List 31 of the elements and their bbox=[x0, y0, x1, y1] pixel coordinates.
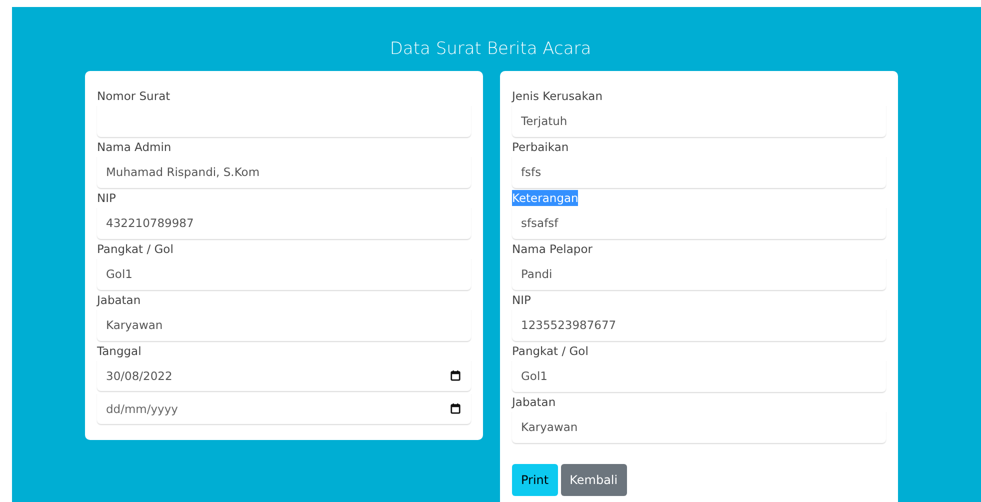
date-field[interactable]: dd/mm/yyyy bbox=[97, 393, 471, 424]
input-field[interactable]: sfsafsf bbox=[512, 207, 886, 239]
input-field[interactable]: 1235523987677 bbox=[512, 309, 886, 341]
back-button[interactable]: Kembali bbox=[560, 464, 627, 496]
input-field[interactable]: Muhamad Rispandi, S.Kom bbox=[97, 156, 471, 188]
input-field[interactable]: Gol1 bbox=[97, 258, 471, 290]
field-label: Keterangan bbox=[512, 190, 578, 206]
input-field[interactable]: fsfs bbox=[512, 156, 886, 188]
input-field[interactable]: Karyawan bbox=[512, 411, 886, 443]
input-field[interactable]: Gol1 bbox=[512, 360, 886, 392]
input-field[interactable]: Karyawan bbox=[97, 309, 471, 341]
field-label: Jabatan bbox=[512, 394, 556, 410]
field-label: Nama Admin bbox=[97, 139, 172, 155]
field-label: Tanggal bbox=[97, 343, 142, 359]
input-field[interactable]: 432210789987 bbox=[97, 207, 471, 239]
field-label: Pangkat / Gol bbox=[512, 343, 588, 359]
field-label: NIP bbox=[512, 292, 531, 308]
input-field[interactable]: Pandi bbox=[512, 258, 886, 290]
field-label: Jabatan bbox=[97, 292, 141, 308]
input-field[interactable]: Terjatuh bbox=[512, 105, 886, 137]
print-button[interactable]: Print bbox=[512, 464, 558, 496]
field-label: NIP bbox=[97, 190, 116, 206]
calendar-icon[interactable] bbox=[450, 403, 461, 414]
date-field[interactable]: 30/08/2022 bbox=[97, 360, 471, 391]
calendar-icon[interactable] bbox=[450, 370, 461, 381]
field-label: Jenis Kerusakan bbox=[512, 88, 602, 104]
field-label: Pangkat / Gol bbox=[97, 241, 174, 257]
field-label: Perbaikan bbox=[512, 139, 569, 155]
page-title: Data Surat Berita Acara bbox=[388, 38, 592, 60]
field-label: Nomor Surat bbox=[97, 88, 170, 104]
field-label: Nama Pelapor bbox=[512, 241, 592, 257]
